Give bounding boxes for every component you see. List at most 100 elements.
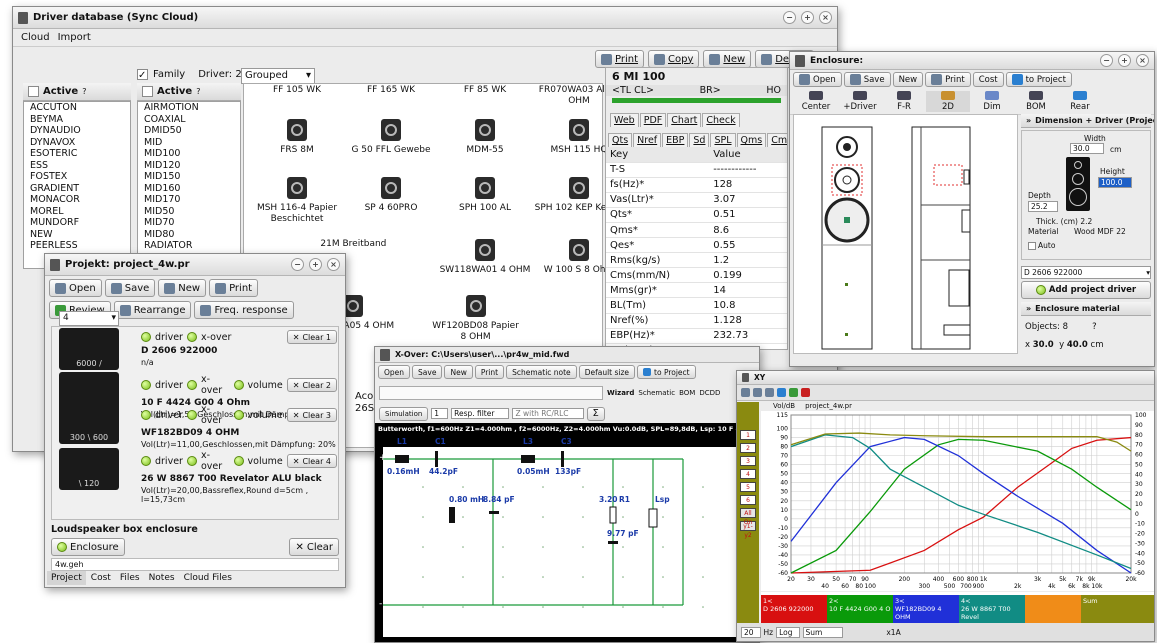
dcdd-button[interactable]: DCDD — [699, 389, 720, 397]
manufacturer-item[interactable]: ACCUTON — [24, 102, 130, 114]
family-item[interactable]: MID150 — [138, 171, 240, 183]
driver-count-select[interactable]: 4 ▾ — [59, 311, 119, 326]
driver-option[interactable]: driver — [155, 332, 183, 343]
tab-web[interactable]: Web — [610, 113, 639, 127]
manufacturer-item[interactable]: FOSTEX — [24, 171, 130, 183]
tab-notes[interactable]: Notes — [145, 571, 179, 585]
legend-entry[interactable]: 4< 26 W 8867 T00 Revel — [959, 595, 1025, 623]
clear-driver-button[interactable]: ✕ Clear 1 — [286, 330, 337, 344]
width-input[interactable]: 30.0 — [1070, 143, 1104, 154]
save-button[interactable]: Save — [104, 279, 156, 297]
add-project-driver-button[interactable]: Add project driver — [1021, 281, 1151, 299]
family-item[interactable]: MID120 — [138, 160, 240, 172]
new-button[interactable]: New — [703, 50, 752, 68]
clear-driver-button[interactable]: ✕ Clear 2 — [286, 378, 337, 392]
family-checkbox[interactable]: ✓ — [137, 69, 148, 81]
copy-icon[interactable] — [765, 388, 774, 397]
driver-thumbnail[interactable]: 300 \ 600 — [59, 402, 119, 444]
driver-select[interactable]: D 2606 922000 ▾ — [1021, 266, 1151, 279]
to-project-button[interactable]: to Project — [637, 365, 696, 379]
driver-thumbnail[interactable]: 6000 / — [59, 328, 119, 370]
driver-option[interactable]: driver — [155, 456, 183, 467]
print-button[interactable]: Print — [209, 279, 259, 297]
maximize-icon[interactable]: + — [801, 11, 814, 24]
legend-entry[interactable]: Sum — [1081, 595, 1154, 623]
manufacturer-item[interactable]: DYNAVOX — [24, 137, 130, 149]
driver-tile[interactable]: SPH 100 AL — [439, 177, 531, 214]
parameter-row[interactable]: Nref(%) 1.128 — [606, 313, 787, 329]
family-list[interactable]: AIRMOTION COAXIAL DMID50 MID MID100 MID120 MID… — [137, 101, 241, 269]
driver-thumbnail[interactable]: \ 120 — [59, 448, 119, 490]
driver-tile[interactable]: FF 165 WK — [345, 85, 437, 96]
driver-tile[interactable]: G 50 FFL Gewebe — [345, 119, 437, 156]
tab-cost[interactable]: Cost — [87, 571, 115, 585]
schematic-button[interactable]: Schematic — [638, 389, 675, 397]
tab-pdf[interactable]: PDF — [639, 113, 667, 127]
series-toggle-button[interactable]: 1 — [740, 430, 756, 440]
print-icon[interactable] — [753, 388, 762, 397]
close-icon[interactable]: × — [1136, 54, 1149, 67]
save-button[interactable]: Save — [412, 365, 443, 379]
depth-input[interactable]: 25.2 — [1028, 201, 1058, 212]
parameter-row[interactable]: fs(Hz)* 128 — [606, 177, 787, 193]
resp-filter-select[interactable]: Resp. filter — [451, 408, 510, 419]
maximize-icon[interactable]: + — [1118, 54, 1131, 67]
family-item[interactable]: MID100 — [138, 148, 240, 160]
manufacturer-item[interactable]: ESS — [24, 160, 130, 172]
new-button[interactable]: New — [158, 279, 207, 297]
clear-driver-button[interactable]: ✕ Clear 4 — [286, 454, 337, 468]
maximize-icon[interactable]: + — [309, 258, 322, 271]
print-button[interactable]: Print — [474, 365, 505, 379]
simulation-button[interactable]: Simulation — [379, 406, 429, 421]
legend-entry[interactable] — [1025, 595, 1081, 623]
family-item[interactable]: COAXIAL — [138, 114, 240, 126]
tab-spl[interactable]: SPL — [710, 133, 736, 147]
freq-input[interactable]: 20 — [741, 626, 761, 638]
active-checkbox[interactable] — [28, 86, 39, 97]
parameter-row[interactable]: Qms* 8.6 — [606, 222, 787, 239]
driver-option[interactable]: driver — [155, 410, 183, 421]
new-button[interactable]: New — [444, 365, 473, 379]
auto-checkbox[interactable]: Auto — [1028, 241, 1055, 250]
view-mode-select[interactable]: Grouped ▾ — [241, 68, 315, 84]
tab-files[interactable]: Files — [116, 571, 144, 585]
tab-sd[interactable]: Sd — [689, 133, 710, 147]
schematic-note-button[interactable]: Schematic note — [506, 365, 577, 379]
tab-check[interactable]: Check — [702, 113, 740, 127]
zoom-icon[interactable] — [741, 388, 750, 397]
family-item[interactable]: RADIATOR — [138, 240, 240, 252]
manufacturer-item[interactable]: MONACOR — [24, 194, 130, 206]
sum-button[interactable]: Σ — [586, 406, 605, 421]
driver-tile[interactable]: 21M Breitband — [307, 239, 399, 250]
cost-button[interactable]: Cost — [972, 72, 1004, 87]
tab-ebp[interactable]: EBP — [662, 133, 689, 147]
driver-tile[interactable]: MSH 116-4 Papier Beschichtet — [251, 177, 343, 225]
family-item[interactable]: AIRMOTION — [138, 102, 240, 114]
close-red-icon[interactable] — [801, 388, 810, 397]
driver-tile[interactable]: WF120BD08 Papier 8 OHM — [430, 295, 522, 343]
default-size-button[interactable]: Default size — [578, 365, 636, 379]
series-toggle-button[interactable]: 5 — [740, 482, 756, 492]
driver-tile[interactable]: SW118WA01 4 OHM — [439, 239, 531, 276]
driver-option[interactable]: driver — [155, 380, 183, 391]
manufacturer-list[interactable]: ACCUTON BEYMA DYNAUDIO DYNAVOX ESOTERIC ESS FO… — [23, 101, 131, 269]
driver-tile[interactable]: FF 105 WK — [251, 85, 343, 96]
legend-entry[interactable]: 2< 10 F 4424 G00 4 O — [827, 595, 893, 623]
dim-tool[interactable]: Dim — [970, 91, 1014, 112]
bom-button[interactable]: BOM — [679, 389, 695, 397]
freq-response-button[interactable]: Freq. response — [194, 301, 294, 319]
copy-button[interactable]: Copy — [648, 50, 700, 68]
front-rear-tool[interactable]: F-R — [882, 91, 926, 112]
manufacturer-item[interactable]: GRADIENT — [24, 183, 130, 195]
series-toggle-button[interactable]: 2 — [740, 443, 756, 453]
manufacturer-item[interactable]: MUNDORF — [24, 217, 130, 229]
legend-entry[interactable]: 1< D 2606 922000 — [761, 595, 827, 623]
minimize-icon[interactable]: − — [1100, 54, 1113, 67]
driver-tile[interactable]: SP 4 60PRO — [345, 177, 437, 214]
component-palette[interactable] — [379, 386, 603, 400]
driver-tile[interactable]: FRS 8M — [251, 119, 343, 156]
info-icon[interactable] — [777, 388, 786, 397]
legend-entry[interactable]: 3< WF182BD09 4 OHM — [893, 595, 959, 623]
manufacturer-item[interactable]: BEYMA — [24, 114, 130, 126]
parameter-row[interactable]: Qts* 0.51 — [606, 207, 787, 223]
